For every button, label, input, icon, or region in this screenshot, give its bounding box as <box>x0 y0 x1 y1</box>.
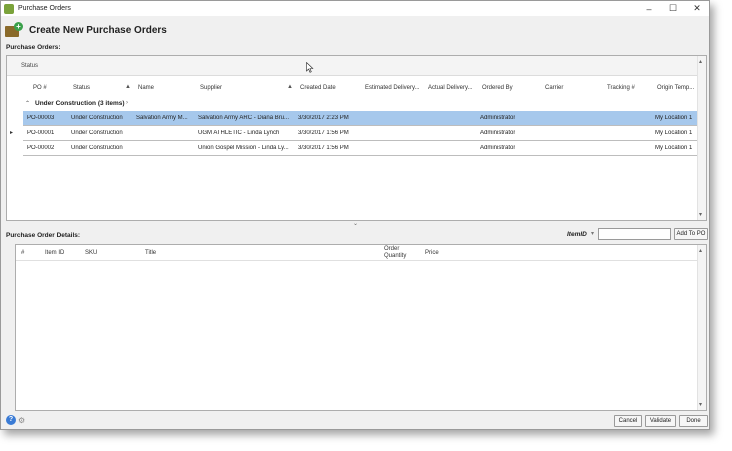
column-header-actual-delivery[interactable]: Actual Delivery... <box>428 85 473 91</box>
cell-created-date: 3/30/2017 1:56 PM <box>298 145 349 151</box>
minimize-button[interactable]: – <box>637 1 661 16</box>
group-label: Under Construction (3 items) <box>35 100 125 107</box>
column-header-sku[interactable]: SKU <box>85 250 97 256</box>
cancel-button[interactable]: Cancel <box>614 415 642 427</box>
column-header-origin-template[interactable]: Origin Temp... <box>657 85 694 91</box>
cell-ordered-by: Administrator <box>480 115 516 121</box>
column-header-carrier[interactable]: Carrier <box>545 85 563 91</box>
column-header-tracking[interactable]: Tracking # <box>607 85 635 91</box>
details-vertical-scrollbar[interactable]: ▴ ▾ <box>697 245 706 410</box>
purchase-order-add-icon: + <box>5 22 23 38</box>
purchase-orders-window: Purchase Orders – ☐ ✕ + Create New Purch… <box>0 0 710 430</box>
cell-status: Under Construction <box>71 115 123 121</box>
cell-name: Salvation Army M... <box>136 115 188 121</box>
group-arrow-icon: › <box>126 100 128 106</box>
item-id-dropdown-icon[interactable]: ▾ <box>591 230 594 237</box>
cell-ordered-by: Administrator <box>480 145 516 151</box>
done-button[interactable]: Done <box>679 415 708 427</box>
close-button[interactable]: ✕ <box>685 1 709 16</box>
cell-po: PO-00003 <box>27 115 55 121</box>
current-row-indicator-icon: ▸ <box>10 130 14 136</box>
page-title: Create New Purchase Orders <box>29 24 167 36</box>
page-header: + Create New Purchase Orders <box>5 20 167 40</box>
group-by-panel[interactable]: Status <box>7 56 697 76</box>
column-header-name[interactable]: Name <box>138 85 154 91</box>
cell-origin-template: My Location 1 <box>655 115 693 121</box>
collapse-chevron-icon[interactable]: ⌃ <box>25 100 30 107</box>
cell-po: PO-00002 <box>27 145 55 151</box>
settings-icon[interactable]: ⚙ <box>18 416 28 425</box>
table-row[interactable]: PO-00002 Under Construction Union Gospel… <box>23 141 699 156</box>
item-id-label[interactable]: ItemID <box>567 231 587 238</box>
details-column-headers: # Item ID SKU Title Order Quantity Price <box>16 245 698 261</box>
column-header-created-date[interactable]: Created Date <box>300 85 336 91</box>
sort-asc-icon: ▲ <box>287 84 293 90</box>
cell-ordered-by: Administrator <box>480 130 516 136</box>
add-to-po-button[interactable]: Add To PO <box>674 228 708 240</box>
column-header-price[interactable]: Price <box>425 250 439 256</box>
title-bar: Purchase Orders – ☐ ✕ <box>1 1 709 16</box>
cell-status: Under Construction <box>71 145 123 151</box>
validate-button[interactable]: Validate <box>645 415 676 427</box>
cell-po: PO-00001 <box>27 130 55 136</box>
scroll-down-icon[interactable]: ▾ <box>699 401 702 408</box>
purchase-order-details-grid[interactable]: # Item ID SKU Title Order Quantity Price… <box>15 244 707 411</box>
scroll-down-icon[interactable]: ▾ <box>699 211 702 218</box>
group-by-status-chip[interactable]: Status <box>21 63 38 69</box>
panel-splitter-handle[interactable]: ⌄ <box>353 220 358 227</box>
help-icon[interactable]: ? <box>6 415 16 425</box>
column-header-status[interactable]: Status <box>73 85 90 91</box>
column-header-ordered-by[interactable]: Ordered By <box>482 85 513 91</box>
orders-vertical-scrollbar[interactable]: ▴ ▾ <box>697 56 706 220</box>
cell-origin-template: My Location 1 <box>655 130 693 136</box>
column-header-index[interactable]: # <box>21 250 24 256</box>
column-header-supplier[interactable]: Supplier <box>200 85 222 91</box>
item-id-input[interactable] <box>598 228 671 240</box>
purchase-orders-label: Purchase Orders: <box>6 44 61 51</box>
column-header-estimated-delivery[interactable]: Estimated Delivery... <box>365 85 420 91</box>
purchase-orders-grid[interactable]: Status PO # Status ▲ Name Supplier ▲ Cre… <box>6 55 707 221</box>
cell-created-date: 3/30/2017 2:23 PM <box>298 115 349 121</box>
cell-supplier: Salvation Army ARC - Diana Bru... <box>198 115 290 121</box>
group-row-under-construction[interactable]: ⌃ Under Construction (3 items) › <box>23 97 699 111</box>
cell-supplier: UGM ATHLETIC - Linda Lynch <box>198 130 280 136</box>
maximize-button[interactable]: ☐ <box>661 1 685 16</box>
cell-status: Under Construction <box>71 130 123 136</box>
mouse-pointer-icon <box>306 62 314 73</box>
column-header-order-quantity[interactable]: Order Quantity <box>384 246 416 260</box>
cell-supplier: Union Gospel Mission - Linda Ly... <box>198 145 289 151</box>
column-header-po[interactable]: PO # <box>33 85 47 91</box>
scroll-up-icon[interactable]: ▴ <box>699 58 702 65</box>
cell-created-date: 3/30/2017 1:56 PM <box>298 130 349 136</box>
cell-origin-template: My Location 1 <box>655 145 693 151</box>
window-controls: – ☐ ✕ <box>637 1 709 16</box>
window-title: Purchase Orders <box>18 5 71 12</box>
purchase-order-details-label: Purchase Order Details: <box>6 232 81 239</box>
table-row[interactable]: PO-00003 Under Construction Salvation Ar… <box>23 111 699 126</box>
sort-asc-icon: ▲ <box>125 84 131 90</box>
column-header-item-id[interactable]: Item ID <box>45 250 64 256</box>
grid-column-headers: PO # Status ▲ Name Supplier ▲ Created Da… <box>7 80 699 96</box>
column-header-title[interactable]: Title <box>145 250 156 256</box>
table-row[interactable]: PO-00001 Under Construction UGM ATHLETIC… <box>23 126 699 141</box>
app-icon <box>4 3 14 14</box>
scroll-up-icon[interactable]: ▴ <box>699 247 702 254</box>
